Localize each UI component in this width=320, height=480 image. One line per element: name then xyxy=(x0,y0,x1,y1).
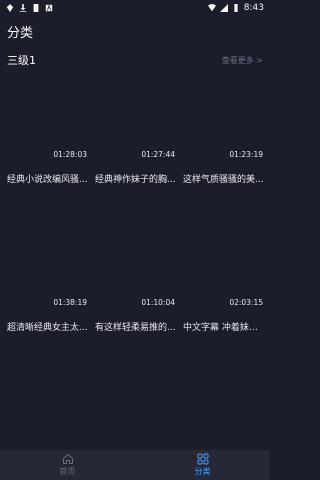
notification-icons xyxy=(6,4,53,12)
video-duration: 01:10:04 xyxy=(141,298,175,307)
view-more-link[interactable]: 查看更多 > xyxy=(222,55,263,66)
download-icon xyxy=(19,4,27,12)
video-duration: 01:23:19 xyxy=(229,150,263,159)
video-title[interactable]: 中文字幕 冲着妹子... xyxy=(183,320,265,333)
section-title: 三级1 xyxy=(7,54,36,67)
app-notification-icon xyxy=(6,4,14,12)
page-title: 分类 xyxy=(7,26,34,41)
video-duration: 02:03:15 xyxy=(229,298,263,307)
video-title[interactable]: 这样气质骚骚的美... xyxy=(183,172,265,185)
signal-icon xyxy=(219,4,228,12)
video-card[interactable]: 02:03:15 中文字幕 冲着妹子... xyxy=(181,220,265,343)
file-icon xyxy=(33,4,39,12)
tab-home-label: 首页 xyxy=(59,467,76,476)
home-icon xyxy=(62,453,73,464)
video-duration: 01:28:03 xyxy=(53,150,87,159)
video-title[interactable]: 超清晰经典女主太... xyxy=(7,320,89,333)
battery-icon xyxy=(234,4,238,12)
video-duration: 01:38:19 xyxy=(53,298,87,307)
video-card[interactable]: 01:10:04 有这样轻柔易推的... xyxy=(93,220,177,343)
status-bar: 8:43 xyxy=(0,0,270,16)
video-grid: 01:28:03 经典小说改编风骚... 01:27:44 经典神作妹子的胸..… xyxy=(5,72,267,343)
video-title[interactable]: 经典小说改编风骚... xyxy=(7,172,89,185)
tab-category-label: 分类 xyxy=(194,467,211,476)
video-title[interactable]: 经典神作妹子的胸... xyxy=(95,172,177,185)
video-duration: 01:27:44 xyxy=(141,150,175,159)
wifi-icon xyxy=(207,4,216,12)
video-card[interactable]: 01:23:19 这样气质骚骚的美... xyxy=(181,72,265,195)
bottom-tab-bar: 首页 分类 xyxy=(0,450,270,480)
video-card[interactable]: 01:27:44 经典神作妹子的胸... xyxy=(93,72,177,195)
grid-icon xyxy=(197,453,208,465)
status-time: 8:43 xyxy=(243,3,264,13)
video-card[interactable]: 01:28:03 经典小说改编风骚... xyxy=(5,72,89,195)
video-card[interactable]: 01:38:19 超清晰经典女主太... xyxy=(5,220,89,343)
app-a-icon xyxy=(45,4,53,12)
tab-category[interactable]: 分类 xyxy=(158,453,248,477)
tab-home[interactable]: 首页 xyxy=(23,453,113,477)
section-header: 三级1 查看更多 > xyxy=(7,52,263,68)
video-title[interactable]: 有这样轻柔易推的... xyxy=(95,320,177,333)
